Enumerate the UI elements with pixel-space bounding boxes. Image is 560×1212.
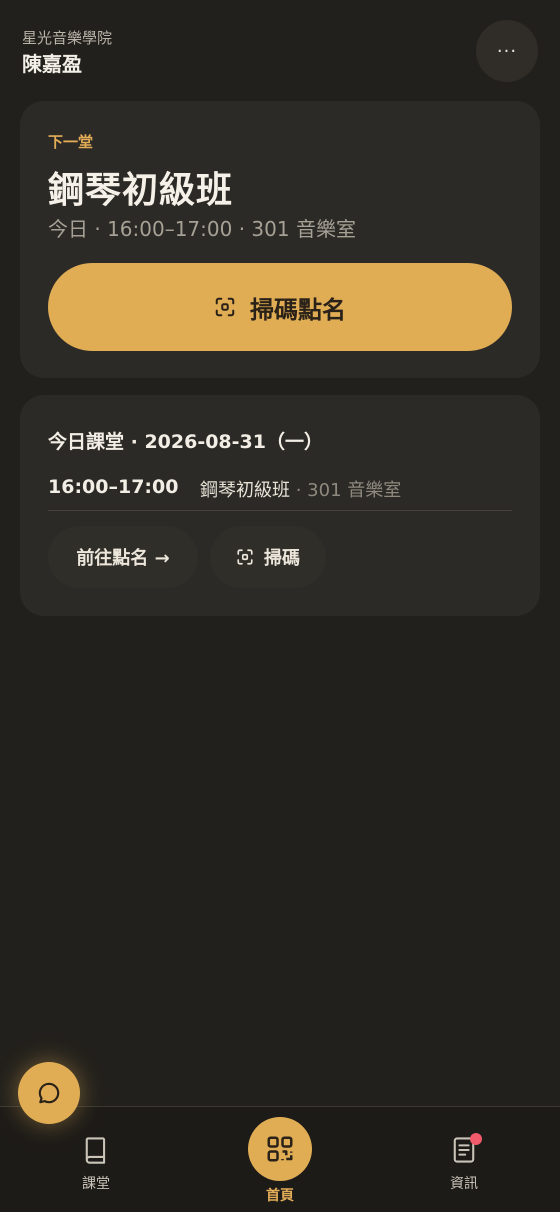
go-attendance-button[interactable]: 前往點名 → bbox=[48, 526, 198, 588]
tab-classes-label: 課堂 bbox=[82, 1176, 110, 1192]
header: 星光音樂學院 陳嘉盈 bbox=[22, 28, 112, 78]
more-icon: ··· bbox=[496, 40, 518, 62]
go-attendance-label: 前往點名 → bbox=[76, 548, 170, 569]
class-row-separator: · bbox=[290, 480, 308, 501]
tab-home[interactable]: 首頁 bbox=[240, 1117, 320, 1205]
scan-icon bbox=[237, 549, 253, 565]
tab-info-label: 資訊 bbox=[450, 1176, 478, 1192]
scan-button[interactable]: 掃碼 bbox=[210, 526, 326, 588]
tab-info[interactable]: 資訊 bbox=[424, 1133, 504, 1193]
scan-label: 掃碼 bbox=[264, 548, 300, 569]
class-row-room: 301 音樂室 bbox=[307, 480, 402, 501]
notification-badge bbox=[470, 1133, 482, 1145]
scan-icon bbox=[215, 297, 235, 317]
school-name: 星光音樂學院 bbox=[22, 29, 113, 47]
next-class-subtitle: 今日 · 16:00–17:00 · 301 音樂室 bbox=[48, 217, 356, 241]
divider bbox=[48, 510, 512, 511]
class-row-info: 鋼琴初級班 · 301 音樂室 bbox=[200, 476, 401, 502]
scan-attendance-button[interactable]: 掃碼點名 bbox=[48, 263, 512, 351]
chat-bubble-icon bbox=[38, 1082, 60, 1104]
app-screen: 星光音樂學院 陳嘉盈 ··· 下一堂 鋼琴初級班 今日 · 16:00–17:0… bbox=[0, 0, 560, 1212]
user-name: 陳嘉盈 bbox=[22, 52, 82, 76]
book-icon bbox=[85, 1137, 106, 1164]
class-row-name: 鋼琴初級班 bbox=[200, 480, 290, 501]
chat-fab-button[interactable] bbox=[18, 1062, 80, 1124]
more-button[interactable]: ··· bbox=[476, 20, 538, 82]
tab-home-label: 首頁 bbox=[266, 1188, 294, 1204]
tab-classes[interactable]: 課堂 bbox=[56, 1135, 136, 1193]
scan-attendance-label: 掃碼點名 bbox=[250, 295, 346, 324]
bottom-tab-bar: 課堂 首頁 資訊 bbox=[0, 1106, 560, 1212]
qr-grid-icon bbox=[267, 1136, 293, 1162]
next-class-label: 下一堂 bbox=[48, 133, 94, 151]
home-tab-circle bbox=[248, 1117, 312, 1181]
today-heading: 今日課堂 · 2026-08-31（一） bbox=[48, 431, 323, 453]
next-class-card: 下一堂 鋼琴初級班 今日 · 16:00–17:00 · 301 音樂室 掃碼點… bbox=[20, 101, 540, 378]
next-class-title: 鋼琴初級班 bbox=[48, 170, 234, 211]
today-classes-card: 今日課堂 · 2026-08-31（一） 16:00–17:00 鋼琴初級班 ·… bbox=[20, 395, 540, 616]
class-row-time: 16:00–17:00 bbox=[48, 476, 179, 498]
